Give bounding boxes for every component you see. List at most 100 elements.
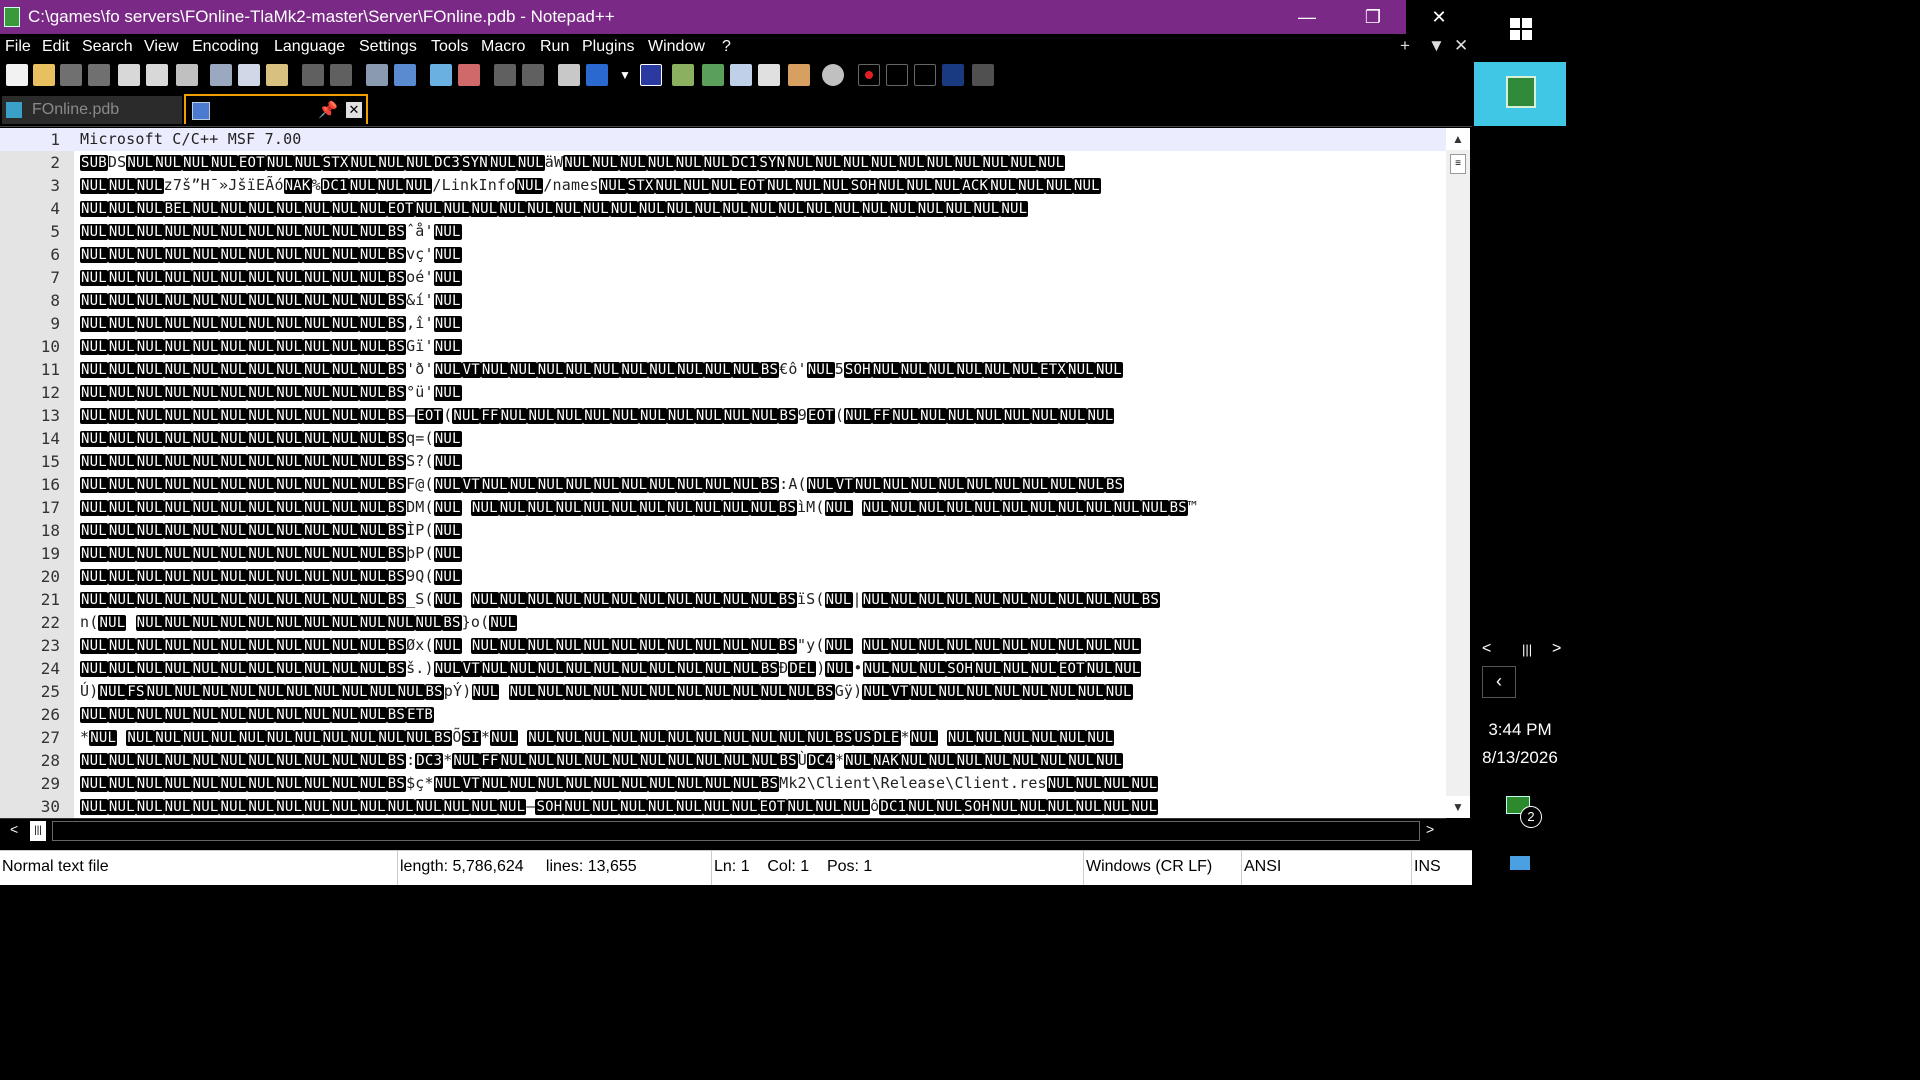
replace-icon[interactable]: [394, 64, 416, 86]
editor-line[interactable]: 4 NUL NUL NUL BEL NUL NUL NUL NUL NUL NUL NUL EOT NUL…: [0, 197, 1446, 220]
run-macro-multiple-icon[interactable]: [942, 64, 964, 86]
pin-icon[interactable]: 📌: [318, 100, 338, 120]
editor-line[interactable]: 17 NUL NUL NUL NUL NUL NUL NUL NUL NUL NUL NUL BSDM(…: [0, 496, 1446, 519]
editor-line[interactable]: 12 NUL NUL NUL NUL NUL NUL NUL NUL NUL NUL NUL BS°ü'…: [0, 381, 1446, 404]
notepadpp-app-icon[interactable]: [4, 7, 20, 27]
editor-line[interactable]: 30 NUL NUL NUL NUL NUL NUL NUL NUL NUL NUL NUL NUL NU…: [0, 795, 1446, 818]
horizontal-scrollbar[interactable]: < ||| >: [0, 818, 1446, 843]
editor-line[interactable]: 28 NUL NUL NUL NUL NUL NUL NUL NUL NUL NUL NUL BS:DC…: [0, 749, 1446, 772]
sync-vertical-icon[interactable]: [494, 64, 516, 86]
menu-encoding[interactable]: Encoding: [192, 38, 259, 56]
record-macro-icon[interactable]: [858, 64, 880, 86]
running-app-tile[interactable]: [1474, 62, 1566, 126]
back-button[interactable]: ‹: [1482, 666, 1516, 698]
editor-line[interactable]: 10 NUL NUL NUL NUL NUL NUL NUL NUL NUL NUL NUL BSGï'…: [0, 335, 1446, 358]
menu-help[interactable]: ?: [722, 38, 731, 56]
restore-button[interactable]: ❐: [1340, 0, 1406, 34]
menu-tools[interactable]: Tools: [431, 38, 468, 56]
scroll-thumb-icon[interactable]: |||: [1522, 642, 1532, 657]
editor-line[interactable]: 7 NUL NUL NUL NUL NUL NUL NUL NUL NUL NUL NUL BSoé'N…: [0, 266, 1446, 289]
vertical-scrollbar[interactable]: ▲ ≡ ▼: [1446, 128, 1470, 818]
status-eol[interactable]: Windows (CR LF): [1084, 851, 1242, 885]
open-file-icon[interactable]: [33, 64, 55, 86]
word-wrap-icon[interactable]: [558, 64, 580, 86]
notification-center-button[interactable]: 2: [1506, 796, 1542, 828]
show-all-characters-icon[interactable]: [586, 64, 608, 86]
close-all-icon[interactable]: [146, 64, 168, 86]
editor-line[interactable]: 29 NUL NUL NUL NUL NUL NUL NUL NUL NUL NUL NUL BS$ç*…: [0, 772, 1446, 795]
editor-line[interactable]: 2 SUBDSNUL NUL NUL NUL EOT NUL NUL STX NUL NUL NUL D…: [0, 151, 1446, 174]
close-button[interactable]: ✕: [1406, 0, 1472, 34]
chevron-left-icon[interactable]: <: [1482, 640, 1491, 658]
horizontal-scroll-thumb[interactable]: |||: [30, 821, 46, 841]
indent-guide-icon[interactable]: [640, 64, 662, 86]
menu-view[interactable]: View: [144, 38, 178, 56]
editor-line[interactable]: 15 NUL NUL NUL NUL NUL NUL NUL NUL NUL NUL NUL BSS?(…: [0, 450, 1446, 473]
editor[interactable]: 1 Microsoft C/C++ MSF 7.00 2 SUBDSNUL NUL NUL…: [0, 128, 1446, 818]
editor-line[interactable]: 19 NUL NUL NUL NUL NUL NUL NUL NUL NUL NUL NUL BSþP(…: [0, 542, 1446, 565]
editor-line[interactable]: 25 Ú)NUL FS NUL NUL NUL NUL NUL NUL NUL NUL NUL NUL B…: [0, 680, 1446, 703]
editor-line[interactable]: 24 NUL NUL NUL NUL NUL NUL NUL NUL NUL NUL NUL BSš.)…: [0, 657, 1446, 680]
zoom-in-icon[interactable]: [430, 64, 452, 86]
menu-search[interactable]: Search: [82, 38, 133, 56]
print-icon[interactable]: [176, 64, 198, 86]
scroll-down-icon[interactable]: ▼: [1446, 796, 1470, 818]
editor-line[interactable]: 18 NUL NUL NUL NUL NUL NUL NUL NUL NUL NUL NUL BSÌP(…: [0, 519, 1446, 542]
menu-settings[interactable]: Settings: [359, 38, 417, 56]
horizontal-scroll-track[interactable]: [52, 821, 1420, 841]
editor-line[interactable]: 11 NUL NUL NUL NUL NUL NUL NUL NUL NUL NUL NUL BS'ð'…: [0, 358, 1446, 381]
undo-icon[interactable]: [302, 64, 324, 86]
scroll-right-icon[interactable]: >: [1426, 821, 1434, 837]
new-file-icon[interactable]: [6, 64, 28, 86]
stop-macro-icon[interactable]: [886, 64, 908, 86]
play-macro-icon[interactable]: [914, 64, 936, 86]
paste-icon[interactable]: [266, 64, 288, 86]
editor-line[interactable]: 8 NUL NUL NUL NUL NUL NUL NUL NUL NUL NUL NUL BS&í'N…: [0, 289, 1446, 312]
menu-run[interactable]: Run: [540, 38, 569, 56]
editor-line[interactable]: 16 NUL NUL NUL NUL NUL NUL NUL NUL NUL NUL NUL BSF@(…: [0, 473, 1446, 496]
minimize-button[interactable]: —: [1274, 0, 1340, 34]
editor-line[interactable]: 5 NUL NUL NUL NUL NUL NUL NUL NUL NUL NUL NUL BSˆå'N…: [0, 220, 1446, 243]
find-icon[interactable]: [366, 64, 388, 86]
menu-plugins[interactable]: Plugins: [582, 38, 634, 56]
editor-line[interactable]: 22 n(NUL NUL NUL NUL NUL NUL NUL NUL NUL NUL NUL NU…: [0, 611, 1446, 634]
menu-window[interactable]: Window: [648, 38, 705, 56]
project-panel-icon[interactable]: [788, 64, 810, 86]
menu-file[interactable]: File: [5, 38, 31, 56]
new-tab-icon[interactable]: +: [1400, 36, 1410, 56]
editor-line[interactable]: 26 NUL NUL NUL NUL NUL NUL NUL NUL NUL NUL NUL BS ETB: [0, 703, 1446, 726]
copy-icon[interactable]: [238, 64, 260, 86]
save-macro-icon[interactable]: [972, 64, 994, 86]
menu-macro[interactable]: Macro: [481, 38, 525, 56]
keyboard-icon[interactable]: [1510, 856, 1530, 870]
scroll-left-icon[interactable]: <: [10, 821, 18, 837]
editor-line[interactable]: 1 Microsoft C/C++ MSF 7.00: [0, 128, 1446, 151]
eye-icon[interactable]: [822, 64, 844, 86]
document-map-icon[interactable]: [672, 64, 694, 86]
monitoring-icon[interactable]: [758, 64, 780, 86]
chevron-down-icon[interactable]: ▼: [614, 64, 636, 86]
tab-active[interactable]: 📌 ✕: [184, 94, 368, 124]
close-document-icon[interactable]: ✕: [1454, 36, 1468, 56]
cut-icon[interactable]: [210, 64, 232, 86]
editor-line[interactable]: 21 NUL NUL NUL NUL NUL NUL NUL NUL NUL NUL NUL BS_S(…: [0, 588, 1446, 611]
system-clock[interactable]: 3:44 PM 8/13/2026: [1472, 716, 1568, 772]
editor-line[interactable]: 3 NUL NUL NULz7š”H¯»JšïEÃóNAK%DC1 NUL NUL NUL/…: [0, 174, 1446, 197]
editor-line[interactable]: 23 NUL NUL NUL NUL NUL NUL NUL NUL NUL NUL NUL BSØx(…: [0, 634, 1446, 657]
close-icon[interactable]: [118, 64, 140, 86]
save-all-icon[interactable]: [88, 64, 110, 86]
save-icon[interactable]: [60, 64, 82, 86]
tab-list-dropdown-icon[interactable]: ▼: [1428, 36, 1445, 56]
chevron-right-icon[interactable]: >: [1552, 640, 1561, 658]
tab-close-icon[interactable]: ✕: [346, 102, 362, 118]
status-encoding[interactable]: ANSI: [1242, 851, 1412, 885]
folder-as-workspace-icon[interactable]: [730, 64, 752, 86]
editor-line[interactable]: 6 NUL NUL NUL NUL NUL NUL NUL NUL NUL NUL NUL BSvç'N…: [0, 243, 1446, 266]
vertical-scroll-thumb[interactable]: ≡: [1450, 154, 1466, 174]
editor-line[interactable]: 27 *NUL NUL NUL NUL NUL NUL NUL NUL NUL NUL NUL NUL…: [0, 726, 1446, 749]
editor-line[interactable]: 14 NUL NUL NUL NUL NUL NUL NUL NUL NUL NUL NUL BSq=(…: [0, 427, 1446, 450]
redo-icon[interactable]: [330, 64, 352, 86]
windows-start-icon[interactable]: [1510, 18, 1532, 40]
tab-fonline-pdb[interactable]: FOnline.pdb: [2, 96, 182, 124]
menu-edit[interactable]: Edit: [42, 38, 70, 56]
